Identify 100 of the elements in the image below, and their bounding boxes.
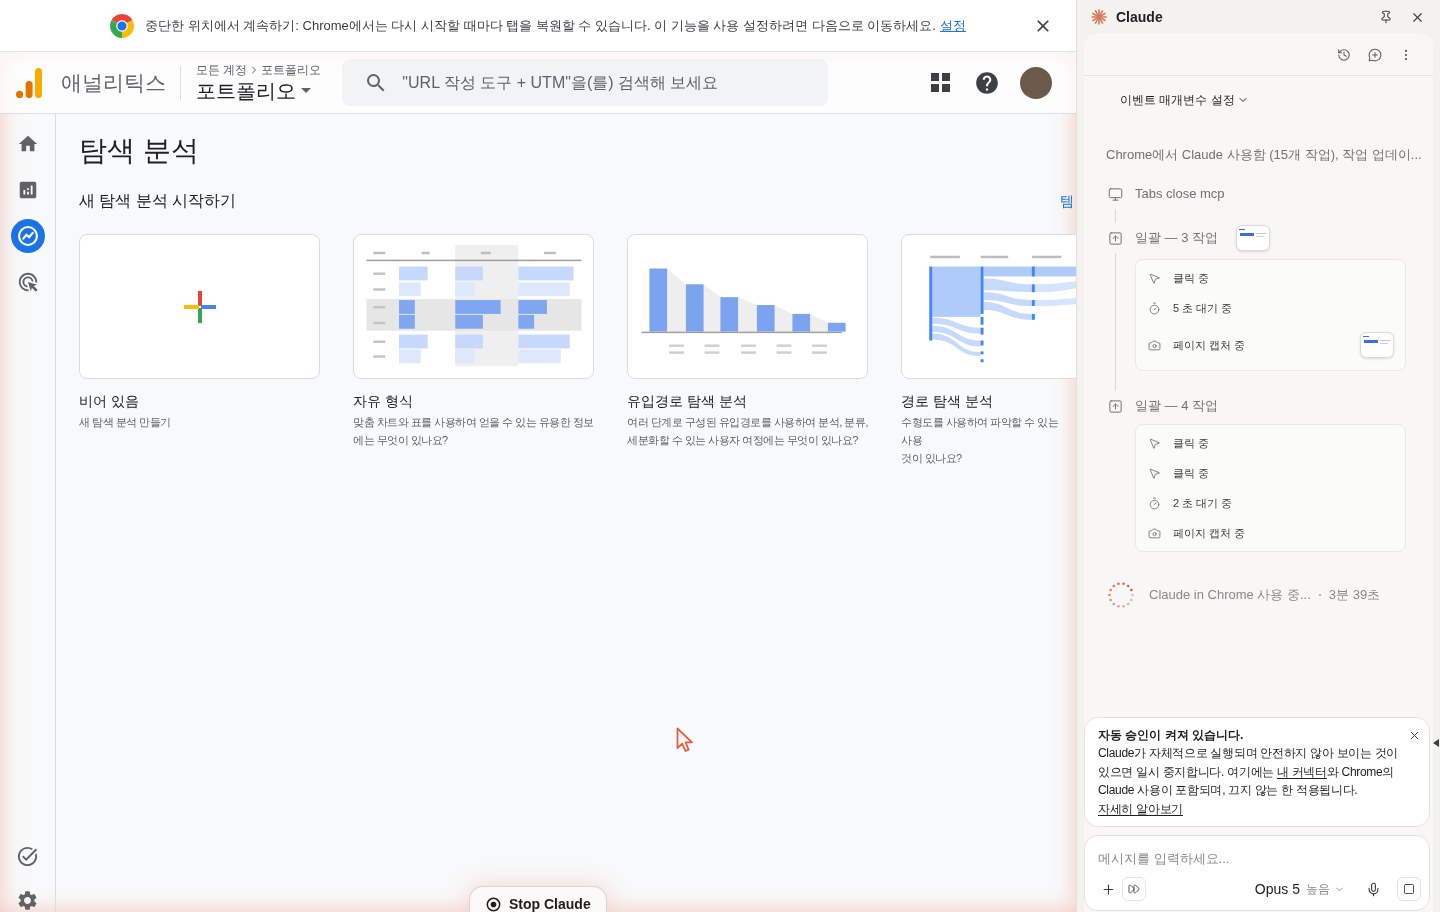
- property-selector[interactable]: 포트폴리오: [196, 77, 322, 104]
- node-bar: [1031, 300, 1035, 306]
- label-line: [741, 344, 756, 347]
- message-input[interactable]: 메시지를 입력하세요...: [1098, 848, 1421, 868]
- node-bar: [980, 266, 984, 314]
- chrome-logo-icon: [110, 13, 135, 38]
- mouse-pointer-icon: [676, 727, 694, 753]
- pin-icon: [1379, 10, 1393, 24]
- cursor-icon: [1148, 466, 1161, 480]
- history-button[interactable]: [1336, 46, 1352, 63]
- message-plus-icon: [1368, 47, 1382, 62]
- table-bar: [455, 282, 475, 297]
- step-label: 페이지 캡처 중: [1173, 525, 1246, 541]
- timer-icon: [1148, 301, 1161, 315]
- record-icon: [486, 897, 501, 912]
- notice-text: Claude가 자체적으로 실행되며 안전하지 않아 보이는 것이 있으면 일시 중지합니다. 여기에는 내 커넥터와 Chrome의 Claude 사용이 포함되며, 끄지 않는 한 적용됩니다. 자세히 알아보기: [1098, 745, 1400, 818]
- notice-title: 자동 승인이 켜져 있습니다.: [1098, 727, 1244, 744]
- table-bar: [518, 334, 570, 349]
- drop-off-shape: [703, 284, 721, 332]
- table-bar: [399, 334, 428, 349]
- template-description: 수형도를 사용하여 파악할 수 있는 사용 것이 있나요?: [901, 415, 1060, 466]
- topic-button[interactable]: 이벤트 매개변수 설정: [1120, 91, 1249, 109]
- node-bar: [980, 316, 984, 325]
- settings-link[interactable]: 설정: [939, 15, 966, 36]
- avatar[interactable]: [1020, 66, 1052, 99]
- breadcrumb-item[interactable]: 모든 계정: [196, 61, 248, 78]
- spinner-icon: [1108, 582, 1134, 608]
- cursor-icon: [1148, 436, 1161, 450]
- node-bar: [1031, 284, 1035, 293]
- trend-circle-icon: [17, 226, 38, 246]
- panel-title: Claude: [1116, 7, 1163, 27]
- dropdown-arrow-icon: [301, 88, 311, 93]
- step-label: 2 초 대기 중: [1173, 495, 1233, 511]
- summary-text: Chrome에서 Claude 사용함 (15개 작업), 작업 업데이...: [1106, 146, 1422, 164]
- funnel-bar: [792, 313, 811, 332]
- header-line: [480, 251, 491, 255]
- inline-link[interactable]: 자세히 알아보기: [1098, 801, 1183, 816]
- search-field[interactable]: "URL 작성 도구 + UTM"을(를) 검색해 보세요: [342, 59, 829, 106]
- label-line: [669, 344, 684, 347]
- drop-off-shape: [667, 268, 686, 332]
- monitor-icon: [1108, 186, 1123, 202]
- label-line: [704, 344, 720, 347]
- stop-button[interactable]: [1397, 877, 1421, 901]
- cursor-click-icon: [16, 271, 39, 293]
- flow-band: [983, 292, 1032, 306]
- page-title: 탐색 분석: [79, 134, 199, 168]
- template-title: 비어 있음: [79, 392, 139, 411]
- screenshot-thumbnail[interactable]: [1360, 332, 1394, 358]
- history-icon: [1337, 47, 1351, 62]
- microphone-icon: [1365, 881, 1381, 897]
- stop-claude-button[interactable]: Stop Claude: [469, 886, 607, 912]
- timer-icon: [1148, 496, 1161, 510]
- table-bar: [399, 266, 428, 281]
- step-label: 페이지 캡처 중: [1173, 337, 1246, 353]
- new-chat-button[interactable]: [1367, 46, 1383, 63]
- inline-link[interactable]: 내 커넥터: [1277, 764, 1327, 779]
- breadcrumb-item[interactable]: 포트폴리오: [261, 61, 322, 78]
- template-title: 자유 형식: [353, 392, 413, 411]
- banner-message: 중단한 위치에서 계속하기: Chrome에서는 다시 시작할 때마다 탭을 복원할 수 있습니다. 이 기능을 사용 설정하려면 다음으로 이동하세요.: [145, 16, 936, 35]
- node-bar: [980, 340, 984, 346]
- template-title: 유입경로 탐색 분석: [627, 392, 747, 411]
- nav-item[interactable]: [10, 219, 45, 253]
- template-description: 새 탐색 분석 만들기: [79, 415, 171, 430]
- help-button[interactable]: [974, 69, 1000, 96]
- step-label: Tabs close mcp: [1135, 185, 1225, 204]
- microphone-button[interactable]: [1365, 880, 1381, 898]
- cursor-icon: [1148, 271, 1161, 285]
- grid-icon: [930, 73, 950, 92]
- header-line: [421, 251, 430, 255]
- step-label: 일괄 — 3 작업: [1135, 229, 1219, 248]
- flow-band: [983, 302, 1032, 320]
- square-icon: [1403, 883, 1415, 895]
- funnel-bar: [827, 322, 846, 332]
- header-line: [980, 255, 1009, 259]
- label-line: [812, 344, 827, 347]
- step-label: 일괄 — 4 작업: [1135, 397, 1219, 416]
- header-line: [930, 255, 960, 259]
- fast-forward-icon: [1128, 883, 1140, 895]
- table-bar: [399, 282, 421, 297]
- table-bar: [518, 349, 561, 364]
- plus-icon: [1100, 881, 1116, 897]
- template-title: 경로 탐색 분석: [901, 392, 993, 411]
- link[interactable]: 템: [1060, 191, 1074, 211]
- drop-off-shape: [774, 305, 793, 332]
- claude-logo-icon: [1091, 9, 1107, 25]
- step-label: 5 초 대기 중: [1173, 300, 1233, 316]
- model-selector[interactable]: Opus 5 높음: [1254, 878, 1345, 900]
- screenshot-thumbnail[interactable]: [1236, 225, 1271, 251]
- analytics-logo-icon: [16, 67, 42, 98]
- table-bar: [455, 349, 475, 364]
- step-label: 클릭 중: [1173, 270, 1210, 286]
- drop-off-shape: [738, 297, 757, 332]
- camera-icon: [1148, 338, 1161, 352]
- table-bar: [399, 300, 415, 314]
- node-bar: [980, 351, 984, 355]
- camera-icon: [1148, 526, 1161, 540]
- template-description: 맞춤 차트와 표를 사용하여 얻을 수 있는 유용한 정보 에는 무엇이 있나요?: [353, 415, 594, 448]
- search-input[interactable]: "URL 작성 도구 + UTM"을(를) 검색해 보세요: [402, 70, 817, 95]
- drop-off-shape: [810, 313, 828, 332]
- funnel-bar: [649, 268, 668, 332]
